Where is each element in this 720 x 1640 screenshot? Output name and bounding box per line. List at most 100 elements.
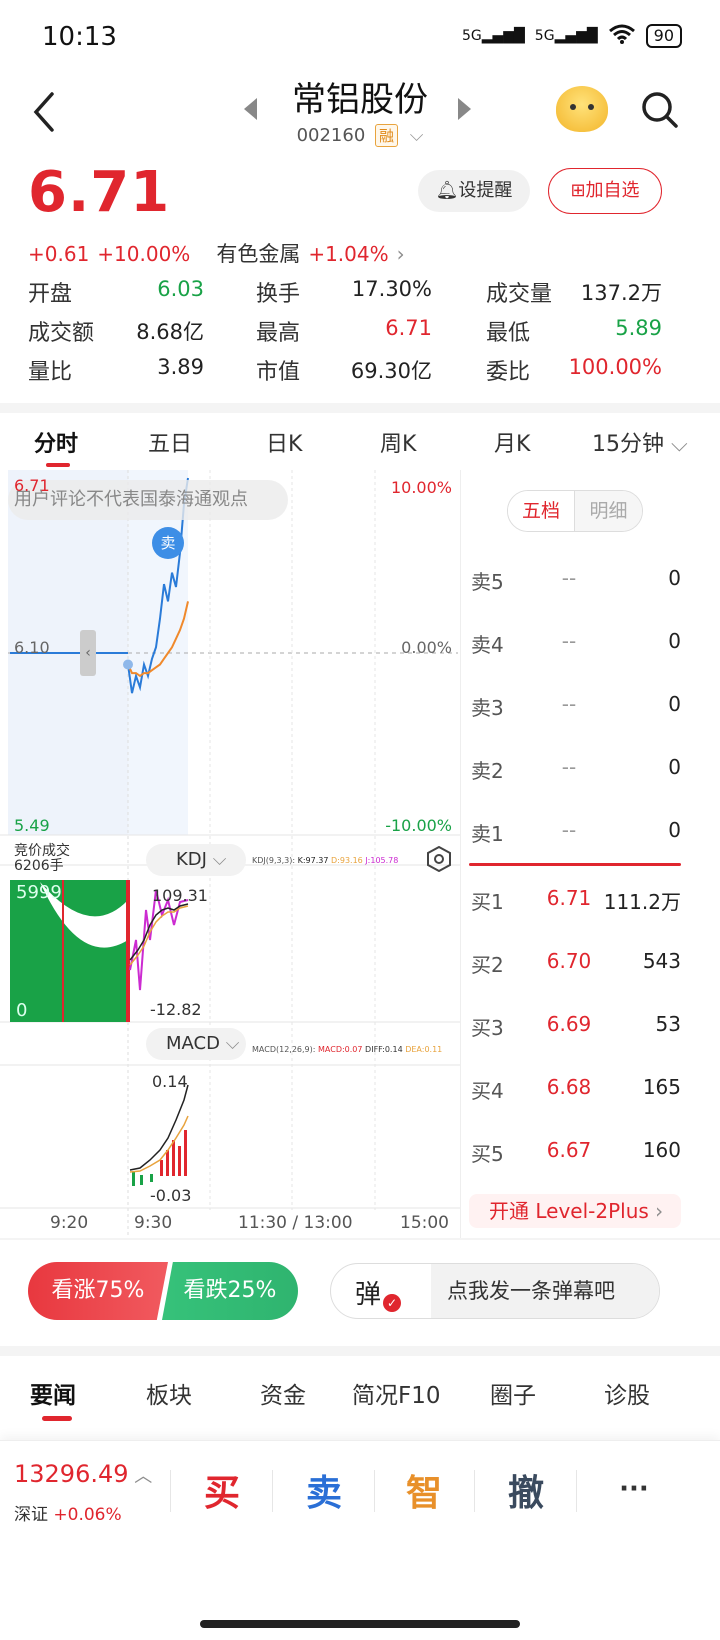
stat-value: 100.00% <box>568 355 662 379</box>
price-change: +0.61 <box>28 242 90 266</box>
sector-change[interactable]: +1.04% <box>308 242 388 266</box>
tab-funds[interactable]: 资金 <box>260 1376 306 1410</box>
level-volume: 0 <box>668 818 681 842</box>
level-volume: 0 <box>668 692 681 716</box>
tab-intraday[interactable]: 分时 <box>34 426 78 458</box>
tab-monthly-k[interactable]: 月K <box>494 426 530 458</box>
level-volume: 0 <box>668 755 681 779</box>
more-button[interactable]: ··· <box>584 1464 684 1514</box>
level-volume: 543 <box>642 949 681 973</box>
chevron-down-icon: ⌵ <box>664 432 688 457</box>
level2-promo[interactable]: 开通 Level-2Plus › <box>469 1194 681 1228</box>
ask-row[interactable]: 卖4 -- 0 <box>461 629 681 659</box>
price-axis-low: 5.49 <box>14 816 50 835</box>
smart-button[interactable]: 智 <box>374 1464 474 1514</box>
stock-code-row[interactable]: 002160 融 ⌵ <box>0 124 720 147</box>
level-price: 6.67 <box>546 1138 592 1162</box>
bullish-button[interactable]: 看涨75% <box>28 1262 168 1320</box>
set-alert-button[interactable]: 🔔︎设提醒 <box>418 170 530 212</box>
kdj-selector[interactable]: KDJ ⌵ <box>146 844 246 876</box>
time-label: 9:30 <box>134 1213 173 1233</box>
tab-five-level[interactable]: 五档 <box>508 491 575 531</box>
level-label: 卖2 <box>471 759 504 783</box>
kdj-axis-top: 109.31 <box>152 886 208 905</box>
sell-button[interactable]: 卖 <box>274 1464 374 1514</box>
ask-row[interactable]: 卖5 -- 0 <box>461 566 681 596</box>
stat-label: 开盘 <box>28 282 73 307</box>
volume-axis-top: 5999 <box>16 882 62 903</box>
disclaimer-bubble: 用户评论不代表国泰海通观点 <box>8 480 288 520</box>
tab-15min[interactable]: 15分钟 ⌵ <box>592 426 688 458</box>
search-button[interactable] <box>640 90 680 130</box>
stat-label: 量比 <box>28 360 73 385</box>
section-divider <box>0 1238 720 1240</box>
pct-axis-low: -10.00% <box>385 816 452 835</box>
bid-row[interactable]: 买5 6.67 160 <box>461 1138 681 1168</box>
stat-value: 3.89 <box>157 355 204 379</box>
stat-value: 6.71 <box>385 316 432 340</box>
chevron-down-icon: ⌵ <box>206 849 227 870</box>
level-label: 买4 <box>471 1079 504 1103</box>
bid-row[interactable]: 买3 6.69 53 <box>461 1012 681 1042</box>
price-axis-mid: 6.10 <box>14 638 50 657</box>
chevron-down-icon: ⌵ <box>219 1033 240 1054</box>
kdj-axis-bottom: -12.82 <box>150 1000 202 1019</box>
tab-detail[interactable]: 明细 <box>575 491 642 531</box>
stat-label: 最低 <box>486 321 531 346</box>
chart-panel[interactable]: 用户评论不代表国泰海通观点 6.71 6.10 5.49 10.00% 0.00… <box>0 470 460 1240</box>
price-axis-high: 6.71 <box>14 476 50 495</box>
tab-five-day[interactable]: 五日 <box>148 426 192 458</box>
level-volume: 160 <box>642 1138 681 1162</box>
volume-axis-bottom: 0 <box>16 1000 28 1021</box>
order-book-panel: 五档 明细 卖5 -- 0 卖4 -- 0 卖3 -- 0 卖2 -- 0 卖1 -- 0 买1 6.71 11… <box>460 470 720 1240</box>
collapse-handle-icon[interactable]: ‹ <box>80 630 96 676</box>
index-value[interactable]: 13296.49 ︿ <box>14 1460 152 1488</box>
sell-marker[interactable]: 卖 <box>152 527 184 559</box>
tab-f10[interactable]: 简况F10 <box>352 1376 441 1410</box>
add-watchlist-button[interactable]: ⊞加自选 <box>548 168 662 214</box>
buy-button[interactable]: 买 <box>172 1464 272 1514</box>
macd-bars <box>129 1084 189 1186</box>
tab-daily-k[interactable]: 日K <box>266 426 302 458</box>
bid-row[interactable]: 买2 6.70 543 <box>461 949 681 979</box>
bearish-button[interactable]: 看跌25% <box>162 1262 298 1320</box>
separator <box>576 1470 577 1512</box>
next-stock-arrow[interactable] <box>458 98 471 120</box>
ask-row[interactable]: 卖1 -- 0 <box>461 818 681 848</box>
tab-circle[interactable]: 圈子 <box>490 1376 536 1410</box>
settings-hex-icon[interactable] <box>426 845 452 873</box>
level-price: 6.68 <box>546 1075 592 1099</box>
stat-value: 5.89 <box>615 316 662 340</box>
danmu-icon[interactable]: 弹 <box>355 1274 381 1311</box>
macd-selector[interactable]: MACD ⌵ <box>146 1028 246 1060</box>
margin-badge: 融 <box>375 124 399 147</box>
tab-sector[interactable]: 板块 <box>146 1376 192 1410</box>
level-price: 6.69 <box>546 1012 592 1036</box>
ask-row[interactable]: 卖3 -- 0 <box>461 692 681 722</box>
tab-diagnosis[interactable]: 诊股 <box>604 1376 650 1410</box>
signal-icon: 5G▂▄▆█ <box>461 28 525 44</box>
stat-label: 最高 <box>256 321 301 346</box>
bid-row[interactable]: 买4 6.68 165 <box>461 1075 681 1105</box>
stat-value: 8.68亿 <box>136 320 204 344</box>
stat-label: 换手 <box>256 282 301 307</box>
level-price: -- <box>561 692 577 716</box>
ask-row[interactable]: 卖2 -- 0 <box>461 755 681 785</box>
cancel-order-button[interactable]: 撤 <box>476 1464 576 1514</box>
section-divider <box>0 403 720 413</box>
chevron-right-icon: › <box>648 1199 664 1223</box>
level-volume: 111.2万 <box>603 890 681 914</box>
sector-link[interactable]: 有色金属 <box>216 238 300 268</box>
chevron-right-icon[interactable]: › <box>397 242 405 266</box>
tab-news[interactable]: 要闻 <box>30 1376 76 1410</box>
danmu-input[interactable]: 点我发一条弹幕吧 <box>431 1264 659 1318</box>
mascot-icon[interactable] <box>556 86 608 132</box>
danmu-bar[interactable]: 弹 ✓ 点我发一条弹幕吧 <box>330 1263 660 1319</box>
level-label: 卖1 <box>471 822 504 846</box>
level-price: 6.71 <box>546 886 592 910</box>
bid-row[interactable]: 买1 6.71 111.2万 <box>461 886 681 916</box>
index-name[interactable]: 深证 +0.06% <box>14 1500 122 1525</box>
stat-label: 市值 <box>256 360 301 385</box>
tab-weekly-k[interactable]: 周K <box>380 426 416 458</box>
separator <box>170 1470 171 1512</box>
